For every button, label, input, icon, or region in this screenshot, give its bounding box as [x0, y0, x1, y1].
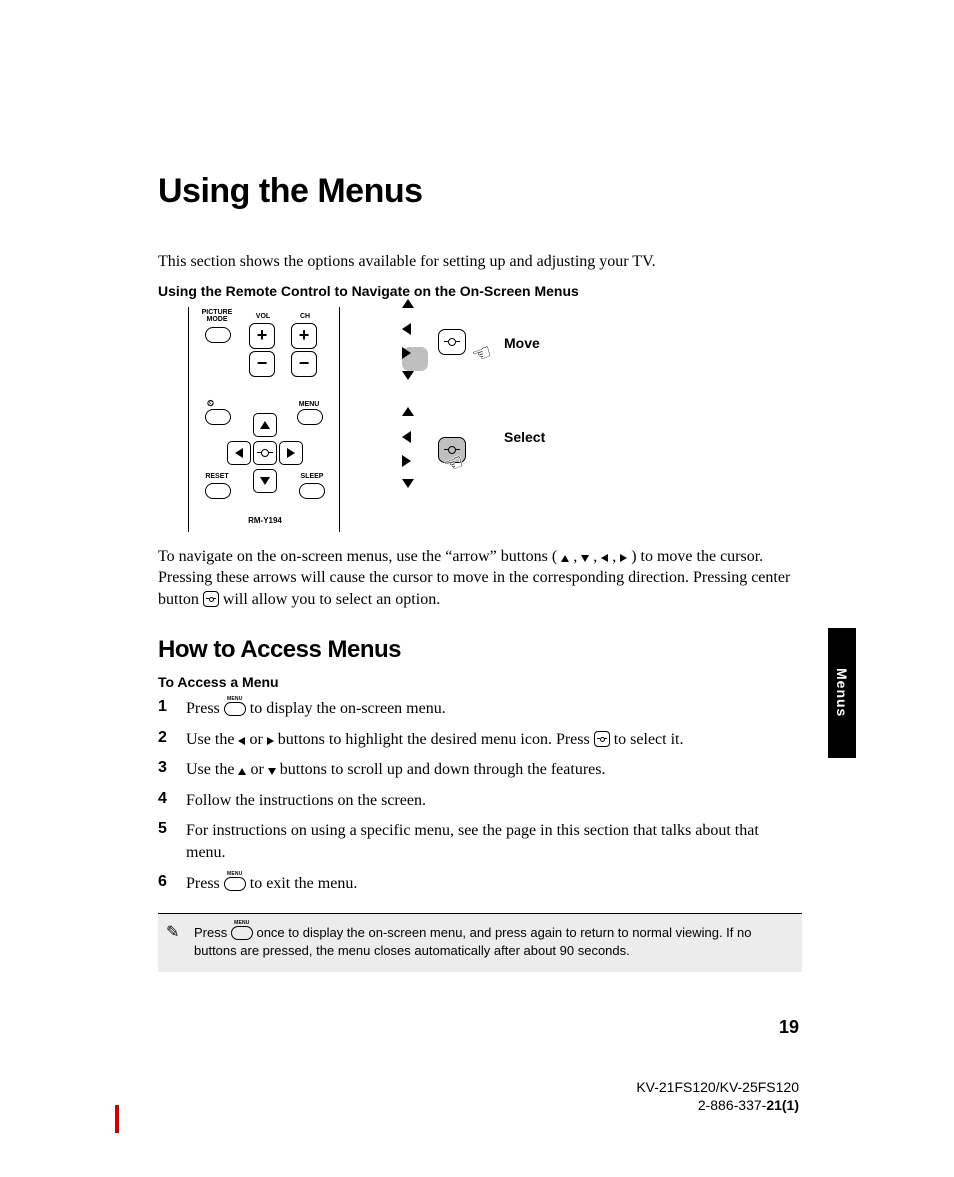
select-right-icon	[402, 455, 428, 479]
button-ch-down: −	[291, 351, 317, 377]
remote-body: PICTURE MODE VOL CH + − + − ⏲ MENU	[188, 307, 340, 532]
section-tab-label: Menus	[834, 668, 850, 717]
access-sub: To Access a Menu	[158, 674, 802, 690]
remote-arrow-down	[253, 469, 277, 493]
sep: ,	[569, 548, 581, 565]
button-vol-up: +	[249, 323, 275, 349]
access-heading: How to Access Menus	[158, 636, 802, 664]
button-vol-down: −	[249, 351, 275, 377]
menu-button-icon	[231, 926, 253, 940]
page-content: Using the Menus This section shows the o…	[158, 172, 802, 972]
footer-doc: 2-886-337-21(1)	[636, 1096, 799, 1114]
remote-figure: PICTURE MODE VOL CH + − + − ⏲ MENU	[188, 307, 588, 532]
move-up-icon	[402, 299, 428, 323]
button-reset	[205, 483, 231, 499]
nav-para-part1: To navigate on the on-screen menus, use …	[158, 548, 557, 565]
section-tab: Menus	[828, 628, 856, 758]
intro-paragraph: This section shows the options available…	[158, 251, 802, 273]
arrow-left-icon	[238, 737, 245, 745]
step-text: Press to exit the menu.	[186, 873, 802, 895]
arrow-right-icon	[267, 737, 274, 745]
dpad-select: ☜	[402, 407, 502, 497]
step-text: Press to display the on-screen menu.	[186, 698, 802, 720]
step-row: 6 Press to exit the menu.	[158, 873, 802, 895]
step-row: 4 Follow the instructions on the screen.	[158, 790, 802, 812]
center-button-icon	[594, 731, 610, 747]
label-vol: VOL	[253, 313, 273, 320]
figure-label-select: Select	[504, 429, 545, 445]
sep: ,	[608, 548, 620, 565]
note-pencil-icon: ✎	[166, 922, 179, 944]
label-picture-mode: PICTURE MODE	[199, 309, 235, 323]
nav-para-part3: will allow you to select an option.	[223, 591, 440, 608]
page-title: Using the Menus	[158, 172, 802, 211]
remote-arrow-up	[253, 413, 277, 437]
arrow-up-icon	[561, 555, 569, 562]
steps-list: 1 Press to display the on-screen menu. 2…	[158, 698, 802, 895]
move-down-icon	[402, 371, 428, 395]
step-row: 2 Use the or buttons to highlight the de…	[158, 729, 802, 751]
select-down-icon	[402, 479, 428, 503]
move-left-icon	[402, 323, 428, 347]
menu-button-icon	[224, 877, 246, 891]
page-number: 19	[779, 1017, 799, 1038]
select-up-icon	[402, 407, 428, 431]
arrow-right-icon	[620, 554, 627, 562]
step-num: 1	[158, 698, 186, 716]
footer-block: KV-21FS120/KV-25FS120 2-886-337-21(1)	[636, 1078, 799, 1114]
note-pre: Press	[194, 925, 231, 940]
button-picture-mode	[205, 327, 231, 343]
button-timer	[205, 409, 231, 425]
step-text: For instructions on using a specific men…	[186, 820, 802, 865]
move-right-icon	[402, 347, 428, 371]
button-menu-remote	[297, 409, 323, 425]
footer-model: KV-21FS120/KV-25FS120	[636, 1078, 799, 1096]
select-left-icon	[402, 431, 428, 455]
manual-page: Menus Using the Menus This section shows…	[0, 0, 954, 1177]
step-num: 4	[158, 790, 186, 808]
step-text: Use the or buttons to highlight the desi…	[186, 729, 802, 751]
label-sleep: SLEEP	[299, 473, 325, 480]
button-ch-up: +	[291, 323, 317, 349]
note-post: once to display the on-screen menu, and …	[194, 925, 751, 958]
step-num: 6	[158, 873, 186, 891]
figure-label-move: Move	[504, 335, 540, 351]
step-num: 3	[158, 759, 186, 777]
step-num: 5	[158, 820, 186, 838]
center-button-icon	[203, 591, 219, 607]
step-row: 1 Press to display the on-screen menu.	[158, 698, 802, 720]
label-ch: CH	[295, 313, 315, 320]
remote-arrow-left	[227, 441, 251, 465]
button-sleep	[299, 483, 325, 499]
step-num: 2	[158, 729, 186, 747]
remote-arrow-right	[279, 441, 303, 465]
step-row: 5 For instructions on using a specific m…	[158, 820, 802, 865]
remote-center-button	[253, 441, 277, 465]
timer-icon: ⏲	[207, 399, 214, 408]
menu-button-icon	[224, 702, 246, 716]
dpad-move: ☜	[402, 299, 502, 389]
remote-nav-heading: Using the Remote Control to Navigate on …	[158, 283, 802, 299]
left-margin-redbar	[115, 1105, 119, 1133]
label-menu: MENU	[297, 401, 321, 408]
nav-paragraph: To navigate on the on-screen menus, use …	[158, 546, 802, 611]
hand-cursor-icon: ☜	[468, 338, 495, 369]
step-row: 3 Use the or buttons to scroll up and do…	[158, 759, 802, 781]
arrow-down-icon	[581, 555, 589, 562]
arrow-up-icon	[238, 768, 246, 775]
note-box: ✎ Press once to display the on-screen me…	[158, 913, 802, 972]
sep: ,	[589, 548, 601, 565]
remote-model: RM-Y194	[243, 517, 287, 525]
label-reset: RESET	[203, 473, 231, 480]
step-text: Follow the instructions on the screen.	[186, 790, 802, 812]
move-center-icon	[438, 329, 466, 355]
step-text: Use the or buttons to scroll up and down…	[186, 759, 802, 781]
arrow-down-icon	[268, 768, 276, 775]
